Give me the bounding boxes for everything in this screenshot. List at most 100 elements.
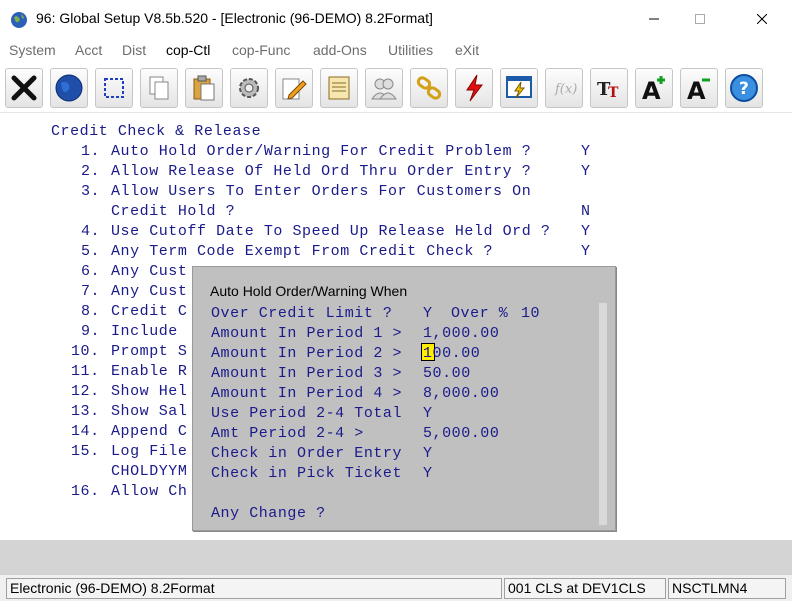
edit-pencil-icon bbox=[282, 78, 307, 100]
line-num: 15. bbox=[71, 443, 100, 460]
maximize-button[interactable] bbox=[677, 0, 723, 38]
close-icon bbox=[757, 14, 767, 24]
line-text: Allow Ch bbox=[111, 483, 188, 500]
line-text: Log File bbox=[111, 443, 188, 460]
auto-hold-dialog: Auto Hold Order/Warning When Over Credit… bbox=[192, 266, 616, 531]
select-box-icon bbox=[104, 78, 124, 98]
line-text: Append C bbox=[111, 423, 188, 440]
line-answer: Y bbox=[581, 163, 591, 180]
users-icon bbox=[371, 78, 397, 100]
period-4-value: 8,000.00 bbox=[423, 385, 500, 402]
menu-acct[interactable]: Acct bbox=[75, 42, 102, 58]
line-num: 4. bbox=[81, 223, 101, 240]
any-change-prompt: Any Change ? bbox=[211, 505, 326, 522]
globe-button[interactable] bbox=[50, 68, 88, 108]
toolbar: f(x) TT A A ? bbox=[0, 66, 792, 110]
font-increase-icon: A bbox=[642, 76, 665, 103]
lightning-button[interactable] bbox=[455, 68, 493, 108]
dialog-scrollbar[interactable] bbox=[599, 303, 607, 525]
line-num: 7. bbox=[81, 283, 101, 300]
dialog-title: Auto Hold Order/Warning When bbox=[210, 283, 408, 299]
line-text: CHOLDYYM bbox=[111, 463, 188, 480]
line-text: Include bbox=[111, 323, 178, 340]
line-text: Any Term Code Exempt From Credit Check ? bbox=[111, 243, 494, 260]
status-session: 001 CLS at DEV1CLS bbox=[504, 578, 666, 599]
screen-lightning-button[interactable] bbox=[500, 68, 538, 108]
menu-dist[interactable]: Dist bbox=[122, 42, 146, 58]
line-text: Credit C bbox=[111, 303, 188, 320]
font-decrease-icon: A bbox=[687, 77, 710, 103]
exit-x-icon bbox=[11, 75, 37, 101]
function-button[interactable]: f(x) bbox=[545, 68, 583, 108]
period-2-value: 100.00 bbox=[423, 345, 481, 362]
exit-x-button[interactable] bbox=[5, 68, 43, 108]
close-button[interactable] bbox=[739, 0, 785, 38]
line-answer: Y bbox=[581, 243, 591, 260]
link-button[interactable] bbox=[410, 68, 448, 108]
line-num: 8. bbox=[81, 303, 101, 320]
function-icon: f(x) bbox=[554, 82, 577, 97]
line-text: Auto Hold Order/Warning For Credit Probl… bbox=[111, 143, 532, 160]
notepad-button[interactable] bbox=[320, 68, 358, 108]
dialog-row-label: Check in Order Entry bbox=[211, 445, 403, 462]
line-num: 12. bbox=[71, 383, 100, 400]
chain-link-icon bbox=[416, 76, 442, 100]
over-credit-limit-value[interactable]: Y bbox=[423, 305, 433, 322]
title-bar: 96: Global Setup V8.5b.520 - [Electronic… bbox=[0, 0, 792, 38]
menu-bar: System Acct Dist cop-Ctl cop-Func add-On… bbox=[0, 40, 792, 62]
line-answer: Y bbox=[581, 143, 591, 160]
dialog-row-label: Amount In Period 2 > bbox=[211, 345, 403, 362]
minimize-icon bbox=[649, 18, 659, 20]
menu-add-ons[interactable]: add-Ons bbox=[313, 42, 367, 58]
dialog-body: Over Credit Limit ? Y Over % 10 Amount I… bbox=[201, 303, 607, 525]
line-text: Enable R bbox=[111, 363, 188, 380]
copy-button[interactable] bbox=[140, 68, 178, 108]
over-percent-label: Over % bbox=[451, 305, 509, 322]
line-num: 16. bbox=[71, 483, 100, 500]
dialog-row-label: Over Credit Limit ? bbox=[211, 305, 393, 322]
amt-period-total-value: 5,000.00 bbox=[423, 425, 500, 442]
line-num: 6. bbox=[81, 263, 101, 280]
status-company: Electronic (96-DEMO) 8.2Format bbox=[6, 578, 502, 599]
period-3-value: 50.00 bbox=[423, 365, 471, 382]
line-text: Prompt S bbox=[111, 343, 188, 360]
line-num: 10. bbox=[71, 343, 100, 360]
dialog-row-label: Amt Period 2-4 > bbox=[211, 425, 364, 442]
font-decrease-button[interactable]: A bbox=[680, 68, 718, 108]
line-text: Show Hel bbox=[111, 383, 188, 400]
use-period-total-value: Y bbox=[423, 405, 433, 422]
line-text: Any Cust bbox=[111, 263, 188, 280]
menu-system[interactable]: System bbox=[9, 42, 56, 58]
minimize-button[interactable] bbox=[631, 0, 677, 38]
dialog-row-label: Amount In Period 1 > bbox=[211, 325, 403, 342]
select-box-button[interactable] bbox=[95, 68, 133, 108]
font-increase-button[interactable]: A bbox=[635, 68, 673, 108]
menu-exit[interactable]: eXit bbox=[455, 42, 479, 58]
maximize-icon bbox=[695, 14, 705, 24]
help-button[interactable]: ? bbox=[725, 68, 763, 108]
dialog-row-label: Check in Pick Ticket bbox=[211, 465, 403, 482]
screen-lightning-icon bbox=[506, 76, 532, 99]
window-title: 96: Global Setup V8.5b.520 - [Electronic… bbox=[36, 10, 433, 26]
menu-cop-ctl[interactable]: cop-Ctl bbox=[166, 42, 210, 58]
font-button[interactable]: TT bbox=[590, 68, 628, 108]
notepad-icon bbox=[328, 76, 350, 100]
lightning-icon bbox=[466, 74, 483, 102]
menu-cop-func[interactable]: cop-Func bbox=[232, 42, 290, 58]
paste-button[interactable] bbox=[185, 68, 223, 108]
edit-button[interactable] bbox=[275, 68, 313, 108]
line-text: Allow Release Of Held Ord Thru Order Ent… bbox=[111, 163, 532, 180]
screen-heading: Credit Check & Release bbox=[51, 123, 262, 140]
check-order-entry-value: Y bbox=[423, 445, 433, 462]
font-tt-icon: TT bbox=[597, 79, 619, 101]
dialog-row-label: Amount In Period 4 > bbox=[211, 385, 403, 402]
line-answer: N bbox=[581, 203, 591, 220]
users-button[interactable] bbox=[365, 68, 403, 108]
menu-utilities[interactable]: Utilities bbox=[388, 42, 433, 58]
period-1-value: 1,000.00 bbox=[423, 325, 500, 342]
gear-button[interactable] bbox=[230, 68, 268, 108]
dialog-row-label: Use Period 2-4 Total bbox=[211, 405, 403, 422]
check-pick-ticket-value: Y bbox=[423, 465, 433, 482]
svg-text:T: T bbox=[608, 85, 619, 101]
line-text: Credit Hold ? bbox=[111, 203, 236, 220]
